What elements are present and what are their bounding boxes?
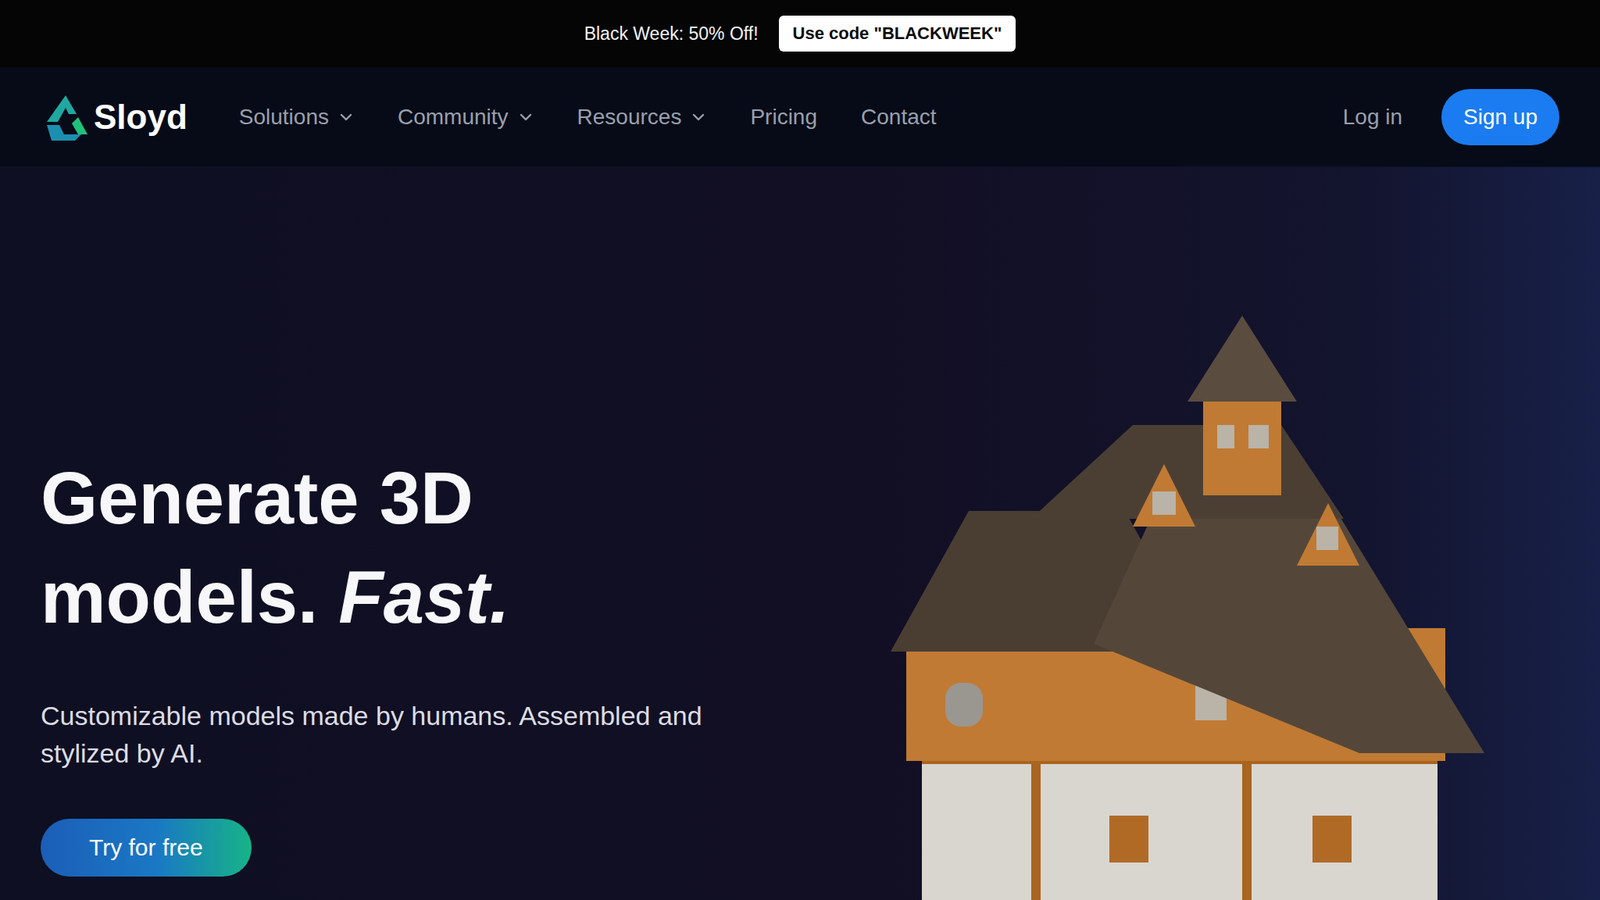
- hero-image: [781, 167, 1600, 900]
- signup-button[interactable]: Sign up: [1441, 89, 1560, 146]
- promo-code-button[interactable]: Use code "BLACKWEEK": [778, 15, 1017, 52]
- nav-label: Resources: [577, 104, 683, 130]
- promo-bar: Black Week: 50% Off! Use code "BLACKWEEK": [0, 0, 1600, 68]
- nav-label: Solutions: [239, 104, 329, 130]
- logo-text: Sloyd: [93, 97, 188, 137]
- nav-label: Community: [397, 104, 509, 130]
- logo[interactable]: Sloyd: [40, 92, 188, 143]
- nav-label: Contact: [860, 104, 937, 130]
- nav-bar: Sloyd Solutions Community Resources Pricing C…: [0, 67, 1600, 168]
- chevron-down-icon: [338, 109, 354, 125]
- logo-icon: [40, 92, 91, 143]
- hero-title: Generate 3D models. Fast.: [40, 448, 782, 647]
- house-image: [875, 315, 1485, 900]
- nav-link[interactable]: Resources: [577, 104, 708, 130]
- nav-link[interactable]: Solutions: [239, 104, 354, 130]
- try-free-button[interactable]: Try for free: [40, 818, 252, 877]
- nav-links: Solutions Community Resources Pricing Contac…: [239, 104, 1343, 130]
- hero: Generate 3D models. Fast. Customizable mod…: [0, 167, 1600, 900]
- hero-text: Generate 3D models. Fast. Customizable mod…: [0, 167, 782, 900]
- title-emphasis: Fast.: [338, 556, 510, 639]
- nav-link[interactable]: Community: [397, 104, 534, 130]
- chevron-down-icon: [690, 109, 707, 125]
- nav-label: Pricing: [750, 104, 818, 130]
- chevron-down-icon: [517, 109, 534, 125]
- promo-text: Black Week: 50% Off!: [584, 23, 759, 45]
- title-line: Generate 3D: [40, 457, 474, 540]
- hero-subtitle: Customizable models made by humans. Asse…: [40, 696, 744, 772]
- login-link[interactable]: Log in: [1342, 104, 1403, 130]
- title-line: models.: [40, 556, 318, 639]
- nav-link[interactable]: Pricing: [750, 104, 818, 130]
- nav-link[interactable]: Contact: [860, 104, 937, 130]
